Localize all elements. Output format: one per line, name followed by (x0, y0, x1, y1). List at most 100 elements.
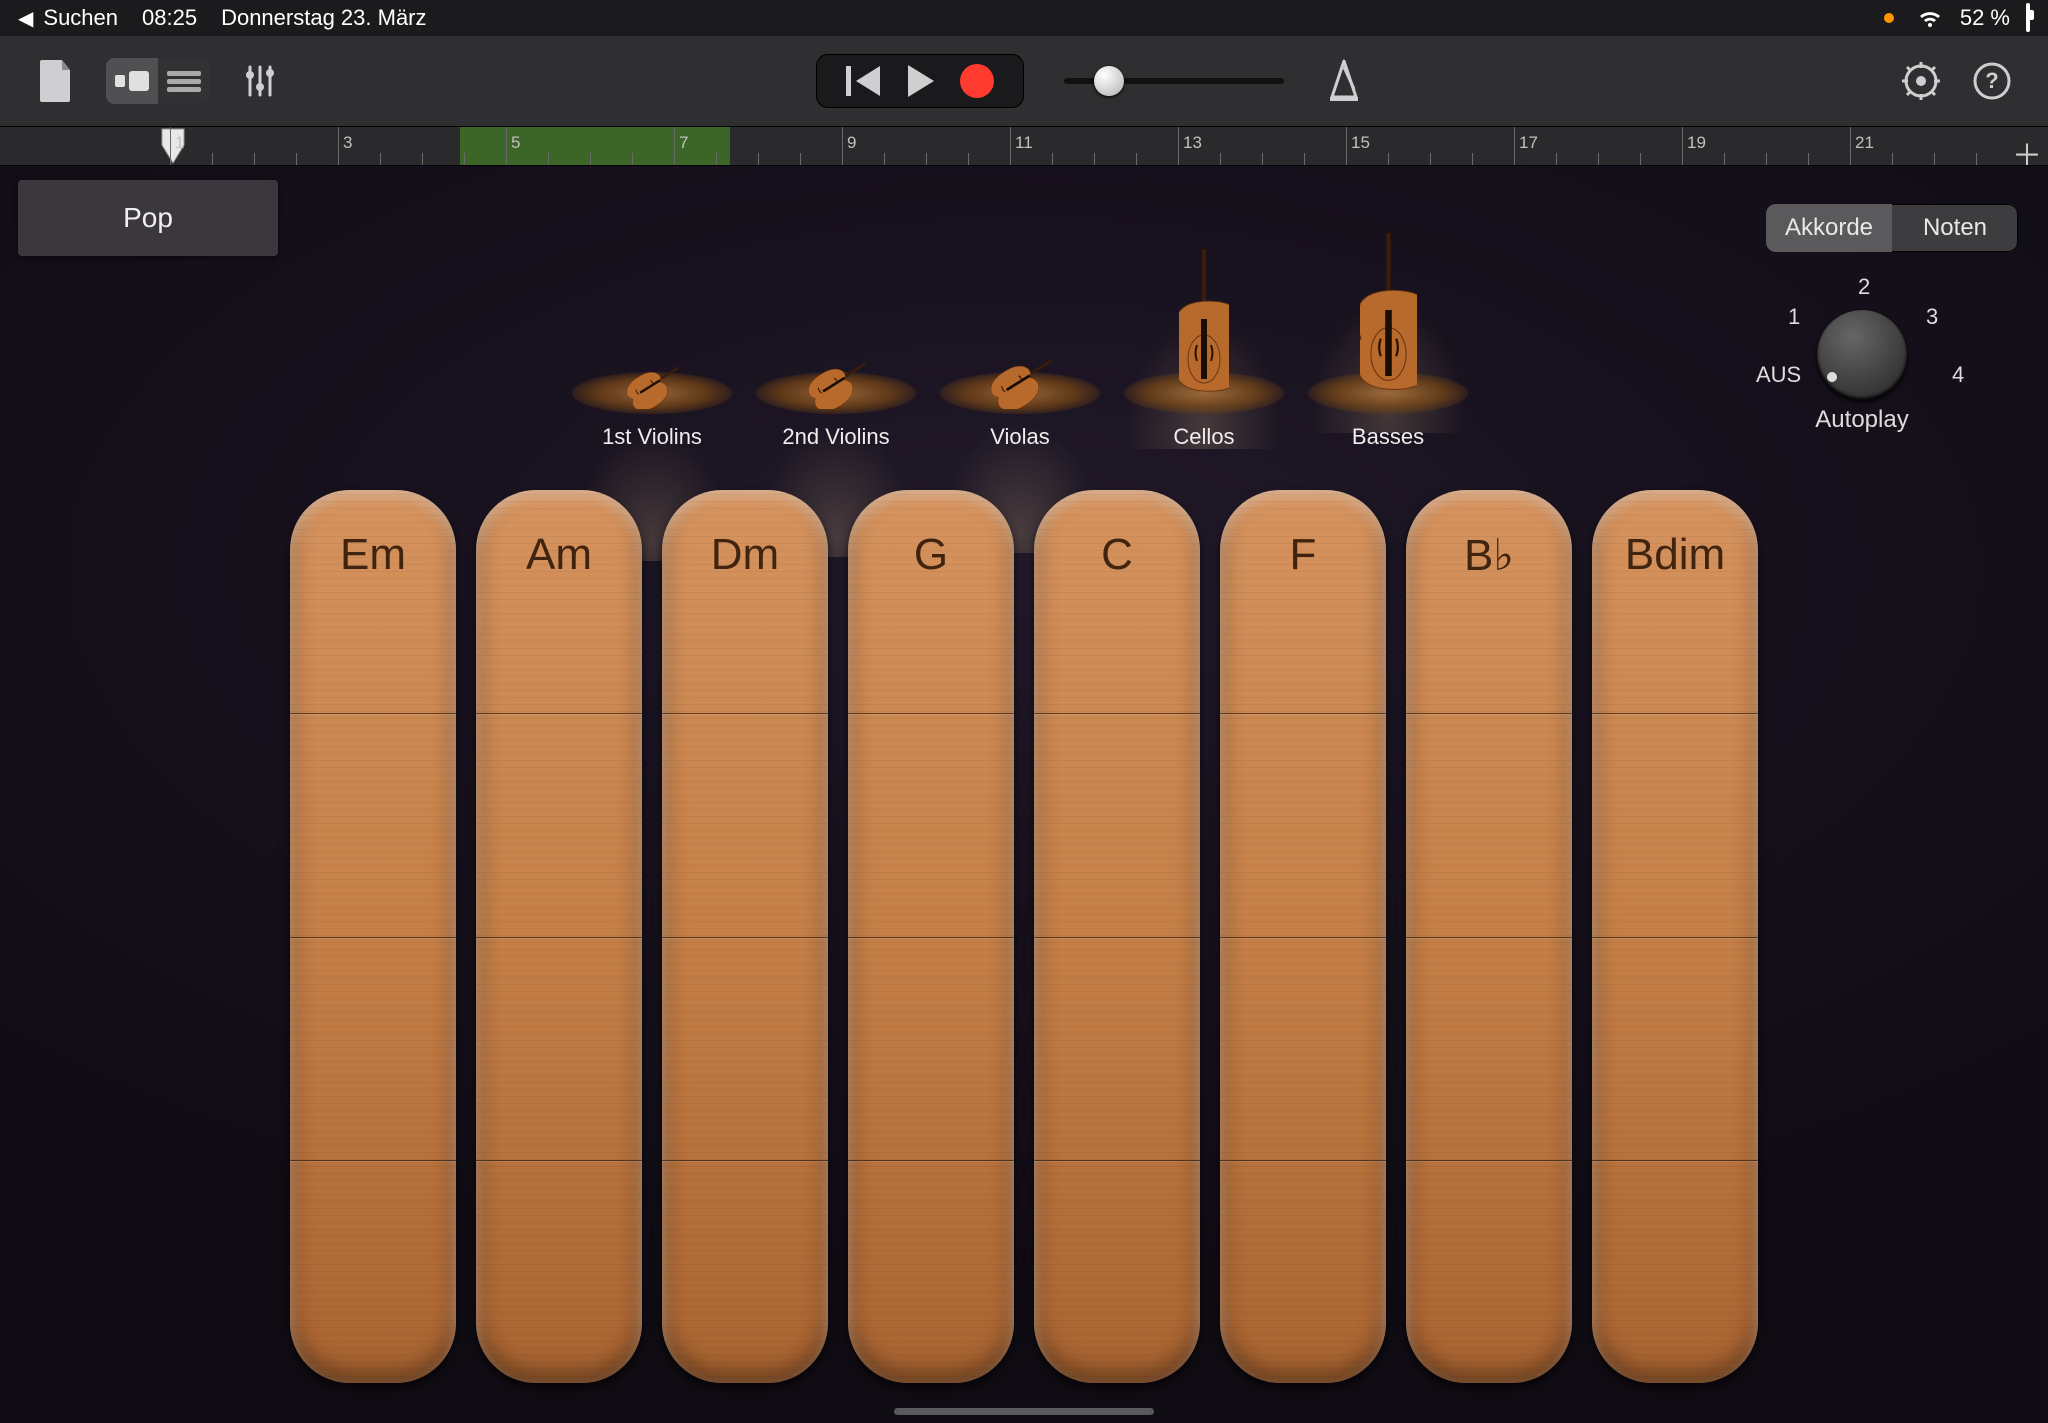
go-to-start-button[interactable] (846, 64, 882, 98)
volume-thumb-icon[interactable] (1094, 66, 1124, 96)
ruler-bar-number: 11 (1015, 133, 1033, 153)
svg-text:?: ? (1985, 68, 1998, 93)
ruler-bar: 13 (1178, 127, 1179, 165)
status-time: 08:25 (142, 5, 197, 31)
instrument-cellos[interactable]: Cellos (1112, 249, 1296, 450)
ruler-bar: 5 (506, 127, 507, 165)
ruler-bar-number: 7 (679, 133, 688, 153)
instrument-label: Cellos (1173, 424, 1234, 450)
instrument-label: Basses (1352, 424, 1424, 450)
wifi-icon (1916, 7, 1944, 29)
instrument-label: 2nd Violins (782, 424, 889, 450)
ruler-bar: 11 (1010, 127, 1011, 165)
chord-label: Bdim (1592, 530, 1758, 580)
autoplay-pos-off: AUS (1756, 362, 1801, 388)
chord-segment-divider (476, 1160, 642, 1161)
ruler-bar: 21 (1850, 127, 1851, 165)
home-indicator[interactable] (894, 1408, 1154, 1415)
instrument-violas[interactable]: Violas (928, 353, 1112, 450)
back-app-label[interactable]: Suchen (43, 5, 118, 31)
autoplay-title: Autoplay (1762, 406, 1962, 434)
ruler-bar: 7 (674, 127, 675, 165)
chord-segment-divider (1220, 937, 1386, 938)
tracks-view-button[interactable] (158, 58, 210, 104)
timeline-ruler[interactable]: 13579111315171921 ＋ (0, 127, 2048, 166)
back-chevron-icon[interactable]: ◀ (18, 6, 33, 31)
play-button[interactable] (908, 65, 934, 97)
master-volume-slider[interactable] (1064, 78, 1284, 84)
add-section-button[interactable]: ＋ (2012, 131, 2042, 166)
status-date: Donnerstag 23. März (221, 5, 426, 31)
cycle-region[interactable] (460, 127, 730, 165)
ruler-bar-number: 15 (1351, 133, 1370, 153)
chord-strip[interactable]: Bdim (1592, 490, 1758, 1383)
my-songs-button[interactable] (36, 58, 76, 104)
instrument-icon (1179, 249, 1229, 414)
status-bar: ◀ Suchen 08:25 Donnerstag 23. März 52 % (0, 0, 2048, 36)
battery-icon (2026, 5, 2030, 31)
chord-segment-divider (290, 1160, 456, 1161)
chord-segment-divider (1406, 713, 1572, 714)
ruler-bar-number: 13 (1183, 133, 1202, 153)
chord-strip[interactable]: Dm (662, 490, 828, 1383)
chord-segment-divider (848, 937, 1014, 938)
chord-label: F (1220, 530, 1386, 580)
chord-label: Em (290, 530, 456, 580)
ruler-bar-number: 1 (175, 133, 184, 153)
ruler-bar-number: 19 (1687, 133, 1706, 153)
mode-notes-button[interactable]: Noten (1892, 204, 2018, 252)
chord-strip[interactable]: Em (290, 490, 456, 1383)
instrument-2nd-violins[interactable]: 2nd Violins (744, 357, 928, 450)
preset-label: Pop (123, 202, 173, 234)
ruler-bar: 3 (338, 127, 339, 165)
chord-segment-divider (1220, 1160, 1386, 1161)
metronome-button[interactable] (1324, 59, 1364, 103)
record-button[interactable] (960, 64, 994, 98)
chord-segment-divider (848, 1160, 1014, 1161)
chord-segment-divider (1592, 713, 1758, 714)
chord-strip[interactable]: B♭ (1406, 490, 1572, 1383)
preset-selector[interactable]: Pop (18, 180, 278, 256)
toolbar: ? (0, 36, 2048, 127)
instrument-icon (619, 361, 685, 414)
chord-strip[interactable]: F (1220, 490, 1386, 1383)
view-segmented-control (106, 58, 210, 104)
chord-label: G (848, 530, 1014, 580)
autoplay-pos-2: 2 (1858, 274, 1870, 300)
chord-segment-divider (1034, 937, 1200, 938)
autoplay-knob-icon[interactable] (1817, 310, 1907, 400)
chord-segment-divider (662, 713, 828, 714)
instrument-icon (1360, 233, 1417, 414)
instrument-basses[interactable]: Basses (1296, 233, 1480, 450)
mode-chords-button[interactable]: Akkorde (1766, 204, 1892, 252)
ruler-bar-number: 21 (1855, 133, 1874, 153)
chord-segment-divider (1406, 937, 1572, 938)
chord-label: C (1034, 530, 1200, 580)
chord-strip[interactable]: Am (476, 490, 642, 1383)
instrument-icon (982, 353, 1059, 414)
autoplay-dial[interactable]: AUS 1 2 3 4 (1762, 270, 1962, 410)
ruler-bar-number: 3 (343, 133, 352, 153)
chord-strip[interactable]: C (1034, 490, 1200, 1383)
ruler-bar-number: 5 (511, 133, 520, 153)
chord-segment-divider (290, 937, 456, 938)
settings-button[interactable] (1900, 60, 1942, 102)
chord-segment-divider (476, 713, 642, 714)
ruler-bar-number: 9 (847, 133, 856, 153)
chord-strip[interactable]: G (848, 490, 1014, 1383)
browser-view-button[interactable] (106, 58, 158, 104)
ruler-bar: 17 (1514, 127, 1515, 165)
chord-segment-divider (1034, 1160, 1200, 1161)
play-mode-segmented: Akkorde Noten (1766, 204, 2018, 252)
chord-label: Dm (662, 530, 828, 580)
help-button[interactable]: ? (1972, 61, 2012, 101)
instrument-stage: 1st Violins 2nd Violins Violas Cellos Ba… (560, 190, 1480, 450)
chord-segment-divider (1220, 713, 1386, 714)
ruler-bar: 19 (1682, 127, 1683, 165)
chord-label: Am (476, 530, 642, 580)
instrument-label: Violas (990, 424, 1050, 450)
instrument-1st-violins[interactable]: 1st Violins (560, 361, 744, 450)
track-controls-button[interactable] (240, 61, 280, 101)
ruler-bar: 1 (170, 127, 171, 165)
ruler-bar: 15 (1346, 127, 1347, 165)
